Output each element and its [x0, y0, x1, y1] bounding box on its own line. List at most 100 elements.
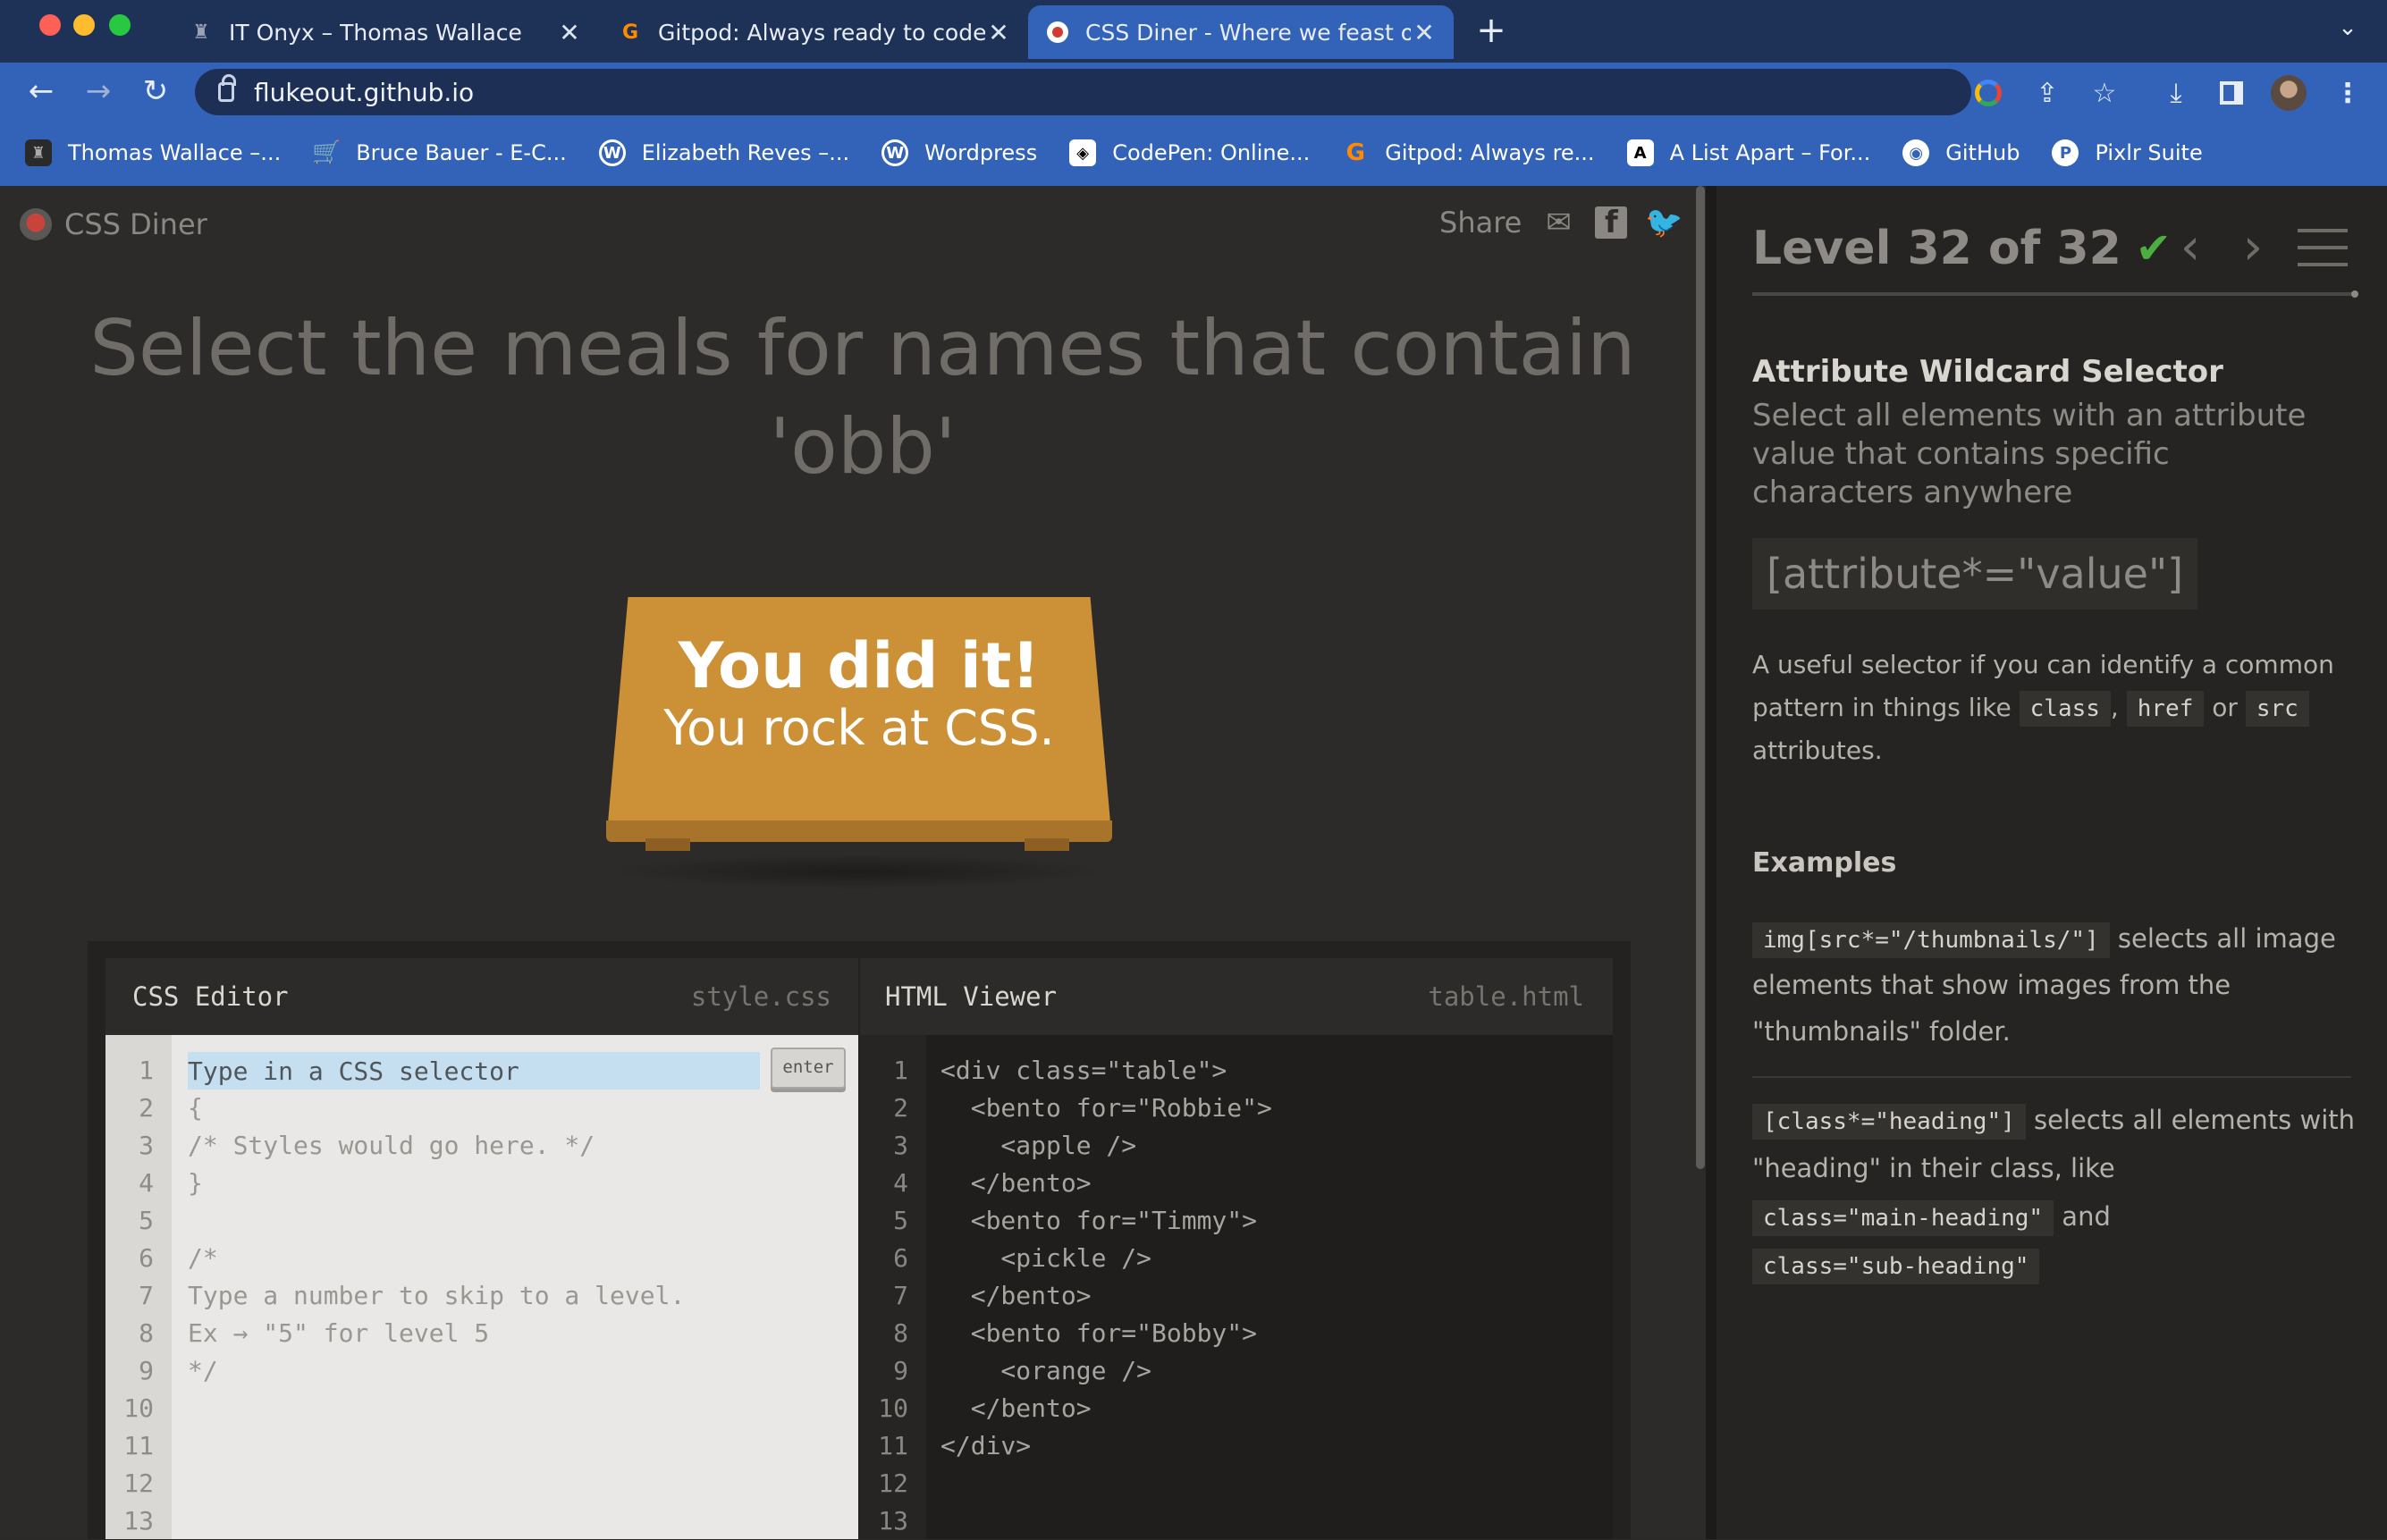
bookmark-item[interactable]: W Wordpress — [881, 139, 1037, 166]
divider — [1752, 1076, 2351, 1078]
level-menu-hamburger-icon[interactable] — [2298, 229, 2348, 268]
brand[interactable]: CSS Diner — [20, 207, 207, 241]
code-line: { — [188, 1093, 203, 1123]
code-line: <bento for="Timmy"> — [940, 1206, 1258, 1235]
code-line: <bento for="Robbie"> — [940, 1093, 1272, 1123]
line-number: 7 — [139, 1281, 154, 1310]
examples-heading: Examples — [1752, 847, 1897, 879]
minimize-window-button[interactable] — [73, 14, 95, 36]
code-line: /* Styles would go here. */ — [188, 1131, 595, 1160]
previous-level-chevron-icon[interactable]: ‹ — [2172, 218, 2208, 276]
code-line: <pickle /> — [940, 1243, 1152, 1273]
selector-name: Attribute Wildcard Selector — [1752, 354, 2223, 390]
line-number: 7 — [893, 1281, 908, 1310]
css-selector-input[interactable] — [188, 1052, 760, 1090]
progress-marker — [2351, 290, 2358, 298]
selector-description: Select all elements with an attribute va… — [1752, 398, 2307, 510]
facebook-icon[interactable]: f — [1595, 205, 1628, 240]
forward-arrow-icon[interactable]: → — [79, 72, 118, 111]
line-number: 9 — [139, 1356, 154, 1385]
line-number: 6 — [139, 1243, 154, 1273]
enter-button[interactable]: enter — [771, 1048, 846, 1089]
line-number: 8 — [893, 1318, 908, 1348]
side-panel-icon[interactable] — [2214, 75, 2249, 111]
line-number: 4 — [139, 1168, 154, 1198]
success-subtitle: You rock at CSS. — [663, 700, 1055, 756]
table-shadow — [608, 854, 1109, 889]
tab-gitpod[interactable]: G Gitpod: Always ready to code. ✕ — [601, 5, 1028, 59]
address-bar[interactable]: flukeout.github.io — [195, 69, 1971, 115]
close-tab-icon[interactable]: ✕ — [985, 18, 1012, 47]
code-line: </bento> — [940, 1168, 1092, 1198]
selector-hint: A useful selector if you can identify a … — [1752, 644, 2360, 772]
scrollbar[interactable] — [1696, 186, 1705, 1169]
onyx-favicon-icon: ♜ — [25, 139, 52, 166]
share-bar: Share ✉ f 🐦 — [1439, 205, 1683, 240]
close-tab-icon[interactable]: ✕ — [556, 18, 583, 47]
close-window-button[interactable] — [39, 14, 61, 36]
back-arrow-icon[interactable]: ← — [21, 72, 61, 111]
html-viewer-filename: table.html — [1428, 981, 1584, 1012]
line-number: 10 — [123, 1393, 154, 1423]
bookmark-item[interactable]: ◉ GitHub — [1902, 139, 2020, 166]
next-level-chevron-icon[interactable]: › — [2235, 218, 2271, 276]
onyx-favicon-icon: ♜ — [192, 21, 210, 44]
tab-title: Gitpod: Always ready to code. — [658, 19, 985, 46]
reload-icon[interactable]: ↻ — [136, 72, 175, 111]
code-line: <div class="table"> — [940, 1056, 1227, 1085]
code-line: <apple /> — [940, 1131, 1137, 1160]
share-page-icon[interactable]: ⇪ — [2029, 75, 2065, 111]
css-editor-title: CSS Editor — [132, 981, 289, 1012]
bookmark-label: Pixlr Suite — [2095, 140, 2203, 165]
maximize-window-button[interactable] — [109, 14, 131, 36]
bookmark-label: Gitpod: Always re... — [1385, 140, 1595, 165]
twitter-icon[interactable]: 🐦 — [1645, 205, 1683, 240]
line-number: 10 — [878, 1393, 908, 1423]
bookmark-item[interactable]: ♜ Thomas Wallace –... — [25, 139, 281, 166]
line-number: 9 — [893, 1356, 908, 1385]
line-number: 8 — [139, 1318, 154, 1348]
bookmark-label: Thomas Wallace –... — [68, 140, 282, 165]
bookmark-item[interactable]: W Elizabeth Reves –... — [598, 139, 849, 166]
bookmark-item[interactable]: P Pixlr Suite — [2052, 139, 2203, 166]
level-indicator[interactable]: Level 32 of 32 ✔ — [1752, 222, 2172, 275]
line-number: 13 — [878, 1506, 908, 1536]
line-number: 3 — [139, 1131, 154, 1160]
kebab-menu-icon[interactable]: ⋮ — [2330, 75, 2366, 111]
share-label: Share — [1439, 206, 1522, 240]
code-line: </bento> — [940, 1393, 1092, 1423]
email-icon[interactable]: ✉ — [1541, 205, 1575, 240]
line-number: 5 — [139, 1206, 154, 1235]
bookmark-item[interactable]: ◈ CodePen: Online... — [1069, 139, 1310, 166]
bookmark-item[interactable]: A A List Apart – For... — [1626, 139, 1870, 166]
cart-favicon-icon: 🛒 — [312, 139, 342, 166]
tab-it-onyx[interactable]: ♜ IT Onyx – Thomas Wallace ✕ — [172, 5, 599, 59]
profile-avatar[interactable] — [2271, 75, 2307, 111]
line-number: 3 — [893, 1131, 908, 1160]
line-number: 12 — [123, 1468, 154, 1498]
hint-text: , — [2110, 693, 2119, 722]
bookmark-item[interactable]: G Gitpod: Always re... — [1342, 139, 1595, 166]
line-number: 1 — [893, 1056, 908, 1085]
download-icon[interactable]: ⤓ — [2158, 75, 2194, 111]
code-line: </div> — [940, 1431, 1032, 1460]
code-token: img[src*="/thumbnails/"] — [1752, 922, 2110, 958]
line-number: 11 — [878, 1431, 908, 1460]
wordpress-favicon-icon: W — [598, 139, 626, 166]
bookmark-item[interactable]: 🛒 Bruce Bauer - E-C... — [312, 139, 567, 166]
google-icon[interactable] — [1970, 75, 2006, 111]
html-line-numbers: 1 2 3 4 5 6 7 8 9 10 11 12 13 — [855, 1052, 908, 1540]
success-title: You did it! — [678, 629, 1041, 703]
close-tab-icon[interactable]: ✕ — [1411, 18, 1438, 47]
new-tab-button[interactable]: + — [1473, 13, 1509, 48]
level-progress-bar — [1752, 292, 2356, 296]
tab-css-diner[interactable]: CSS Diner - Where we feast on ✕ — [1028, 5, 1454, 59]
bookmark-star-icon[interactable]: ☆ — [2087, 75, 2122, 111]
tab-search-chevron-down-icon[interactable]: ⌄ — [2332, 14, 2364, 46]
code-token: [class*="heading"] — [1752, 1104, 2026, 1140]
bookmark-label: CodePen: Online... — [1112, 140, 1311, 165]
gitpod-favicon-icon: G — [1345, 139, 1365, 166]
